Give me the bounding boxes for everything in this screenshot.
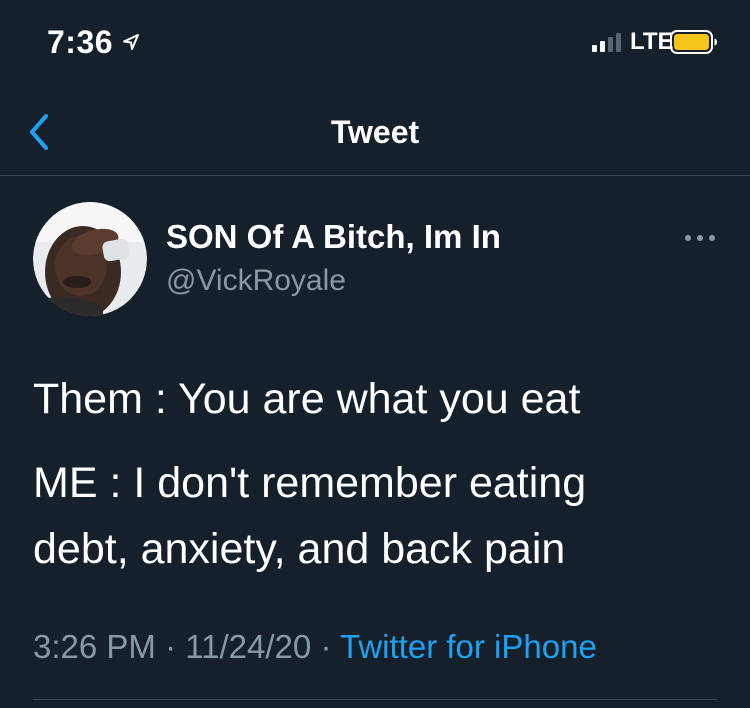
- status-bar: 7:36 LTE: [0, 0, 750, 88]
- tweet-detail-screen: 7:36 LTE Tweet SON Of A Bitch, Im In @Vi…: [0, 0, 750, 708]
- display-name[interactable]: SON Of A Bitch, Im In: [166, 218, 501, 256]
- tweet-text: Them : You are what you eat ME : I don't…: [33, 366, 723, 582]
- meta-separator: ·: [165, 628, 177, 665]
- tweet-text-line: debt, anxiety, and back pain: [33, 525, 566, 573]
- status-time: 7:36: [47, 24, 114, 60]
- cellular-signal-icon: [592, 33, 621, 52]
- tweet-text-line: Them : You are what you eat: [33, 375, 581, 423]
- username[interactable]: @VickRoyale: [166, 264, 346, 298]
- battery-icon: [670, 30, 717, 54]
- location-arrow-icon: [123, 34, 139, 50]
- divider: [33, 699, 717, 700]
- tweet-time: 3:26 PM: [33, 628, 156, 665]
- tweet-source-link[interactable]: Twitter for iPhone: [340, 628, 597, 665]
- tweet-card: SON Of A Bitch, Im In @VickRoyale Them :…: [0, 176, 750, 708]
- tweet-date: 11/24/20: [185, 628, 312, 665]
- tweet-text-line: ME : I don't remember eating: [33, 459, 587, 507]
- tweet-metadata: 3:26 PM · 11/24/20 · Twitter for iPhone: [33, 628, 597, 666]
- navigation-header: Tweet: [0, 88, 750, 176]
- more-horizontal-icon[interactable]: [680, 226, 720, 250]
- avatar[interactable]: [33, 202, 147, 316]
- meta-separator: ·: [320, 628, 332, 665]
- network-type-label: LTE: [630, 28, 674, 55]
- page-title: Tweet: [330, 114, 420, 150]
